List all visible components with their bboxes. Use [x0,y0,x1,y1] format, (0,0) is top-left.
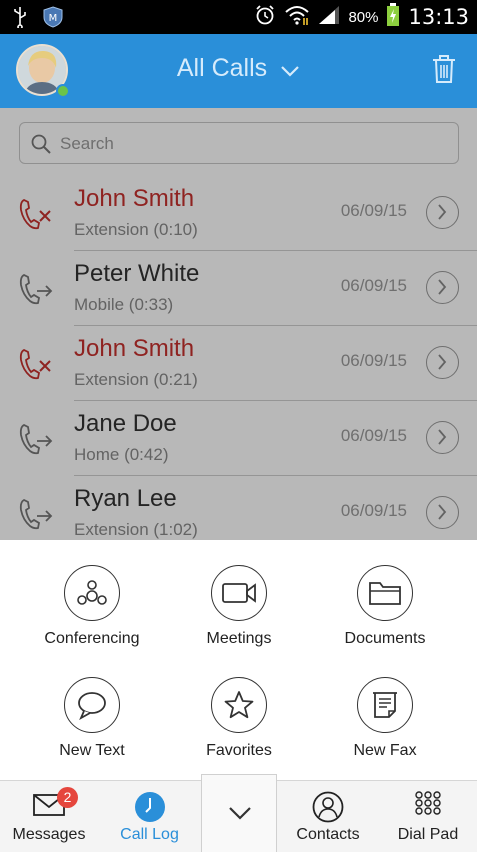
conferencing-label: Conferencing [44,630,140,647]
presence-dot [56,84,70,98]
favorites-label: Favorites [206,742,272,759]
favorites-button[interactable]: Favorites [166,677,312,760]
call-filter-dropdown[interactable]: All Calls [0,54,477,84]
battery-percent: 80% [348,8,379,26]
star-icon [211,677,267,733]
collapse-menu-button[interactable] [201,774,277,852]
tab-messages-label: Messages [12,826,86,843]
modal-overlay[interactable] [0,108,477,540]
new-text-button[interactable]: New Text [19,677,165,760]
tab-dial-pad[interactable]: Dial Pad [379,781,477,852]
tab-contacts[interactable]: Contacts [277,781,379,852]
conferencing-button[interactable]: Conferencing [19,565,165,648]
clock-icon [134,791,166,828]
alarm-icon [254,4,276,31]
tab-call-log-label: Call Log [120,826,179,843]
quick-actions-sheet: Conferencing Meetings Documents New Text… [0,540,477,780]
contact-icon [312,791,344,828]
tab-call-log[interactable]: Call Log [98,781,201,852]
tab-contacts-label: Contacts [296,826,360,843]
video-camera-icon [211,565,267,621]
unread-badge: 2 [57,787,78,808]
chevron-down-icon [280,55,300,84]
usb-icon [12,6,28,33]
new-text-label: New Text [59,742,125,759]
tab-dial-pad-label: Dial Pad [397,826,459,843]
chevron-down-icon [227,805,253,826]
app-header: All Calls [0,34,477,108]
tab-messages[interactable]: 2 Messages [0,781,98,852]
new-fax-label: New Fax [353,742,417,759]
chat-bubble-icon [64,677,120,733]
status-bar: M 80% 13:13 [0,0,477,34]
fax-icon [357,677,413,733]
conferencing-icon [64,565,120,621]
folder-icon [357,565,413,621]
page-title: All Calls [176,54,268,82]
meetings-button[interactable]: Meetings [166,565,312,648]
battery-charging-icon [386,2,400,32]
shield-app-icon: M [42,6,64,33]
wifi-icon [284,4,310,31]
documents-button[interactable]: Documents [312,565,458,648]
clock: 13:13 [408,5,469,29]
svg-text:M: M [49,13,58,24]
documents-label: Documents [344,630,426,647]
trash-icon[interactable] [431,54,457,89]
dial-pad-icon [414,791,442,824]
signal-icon [318,5,340,30]
new-fax-button[interactable]: New Fax [312,677,458,760]
meetings-label: Meetings [206,630,272,647]
